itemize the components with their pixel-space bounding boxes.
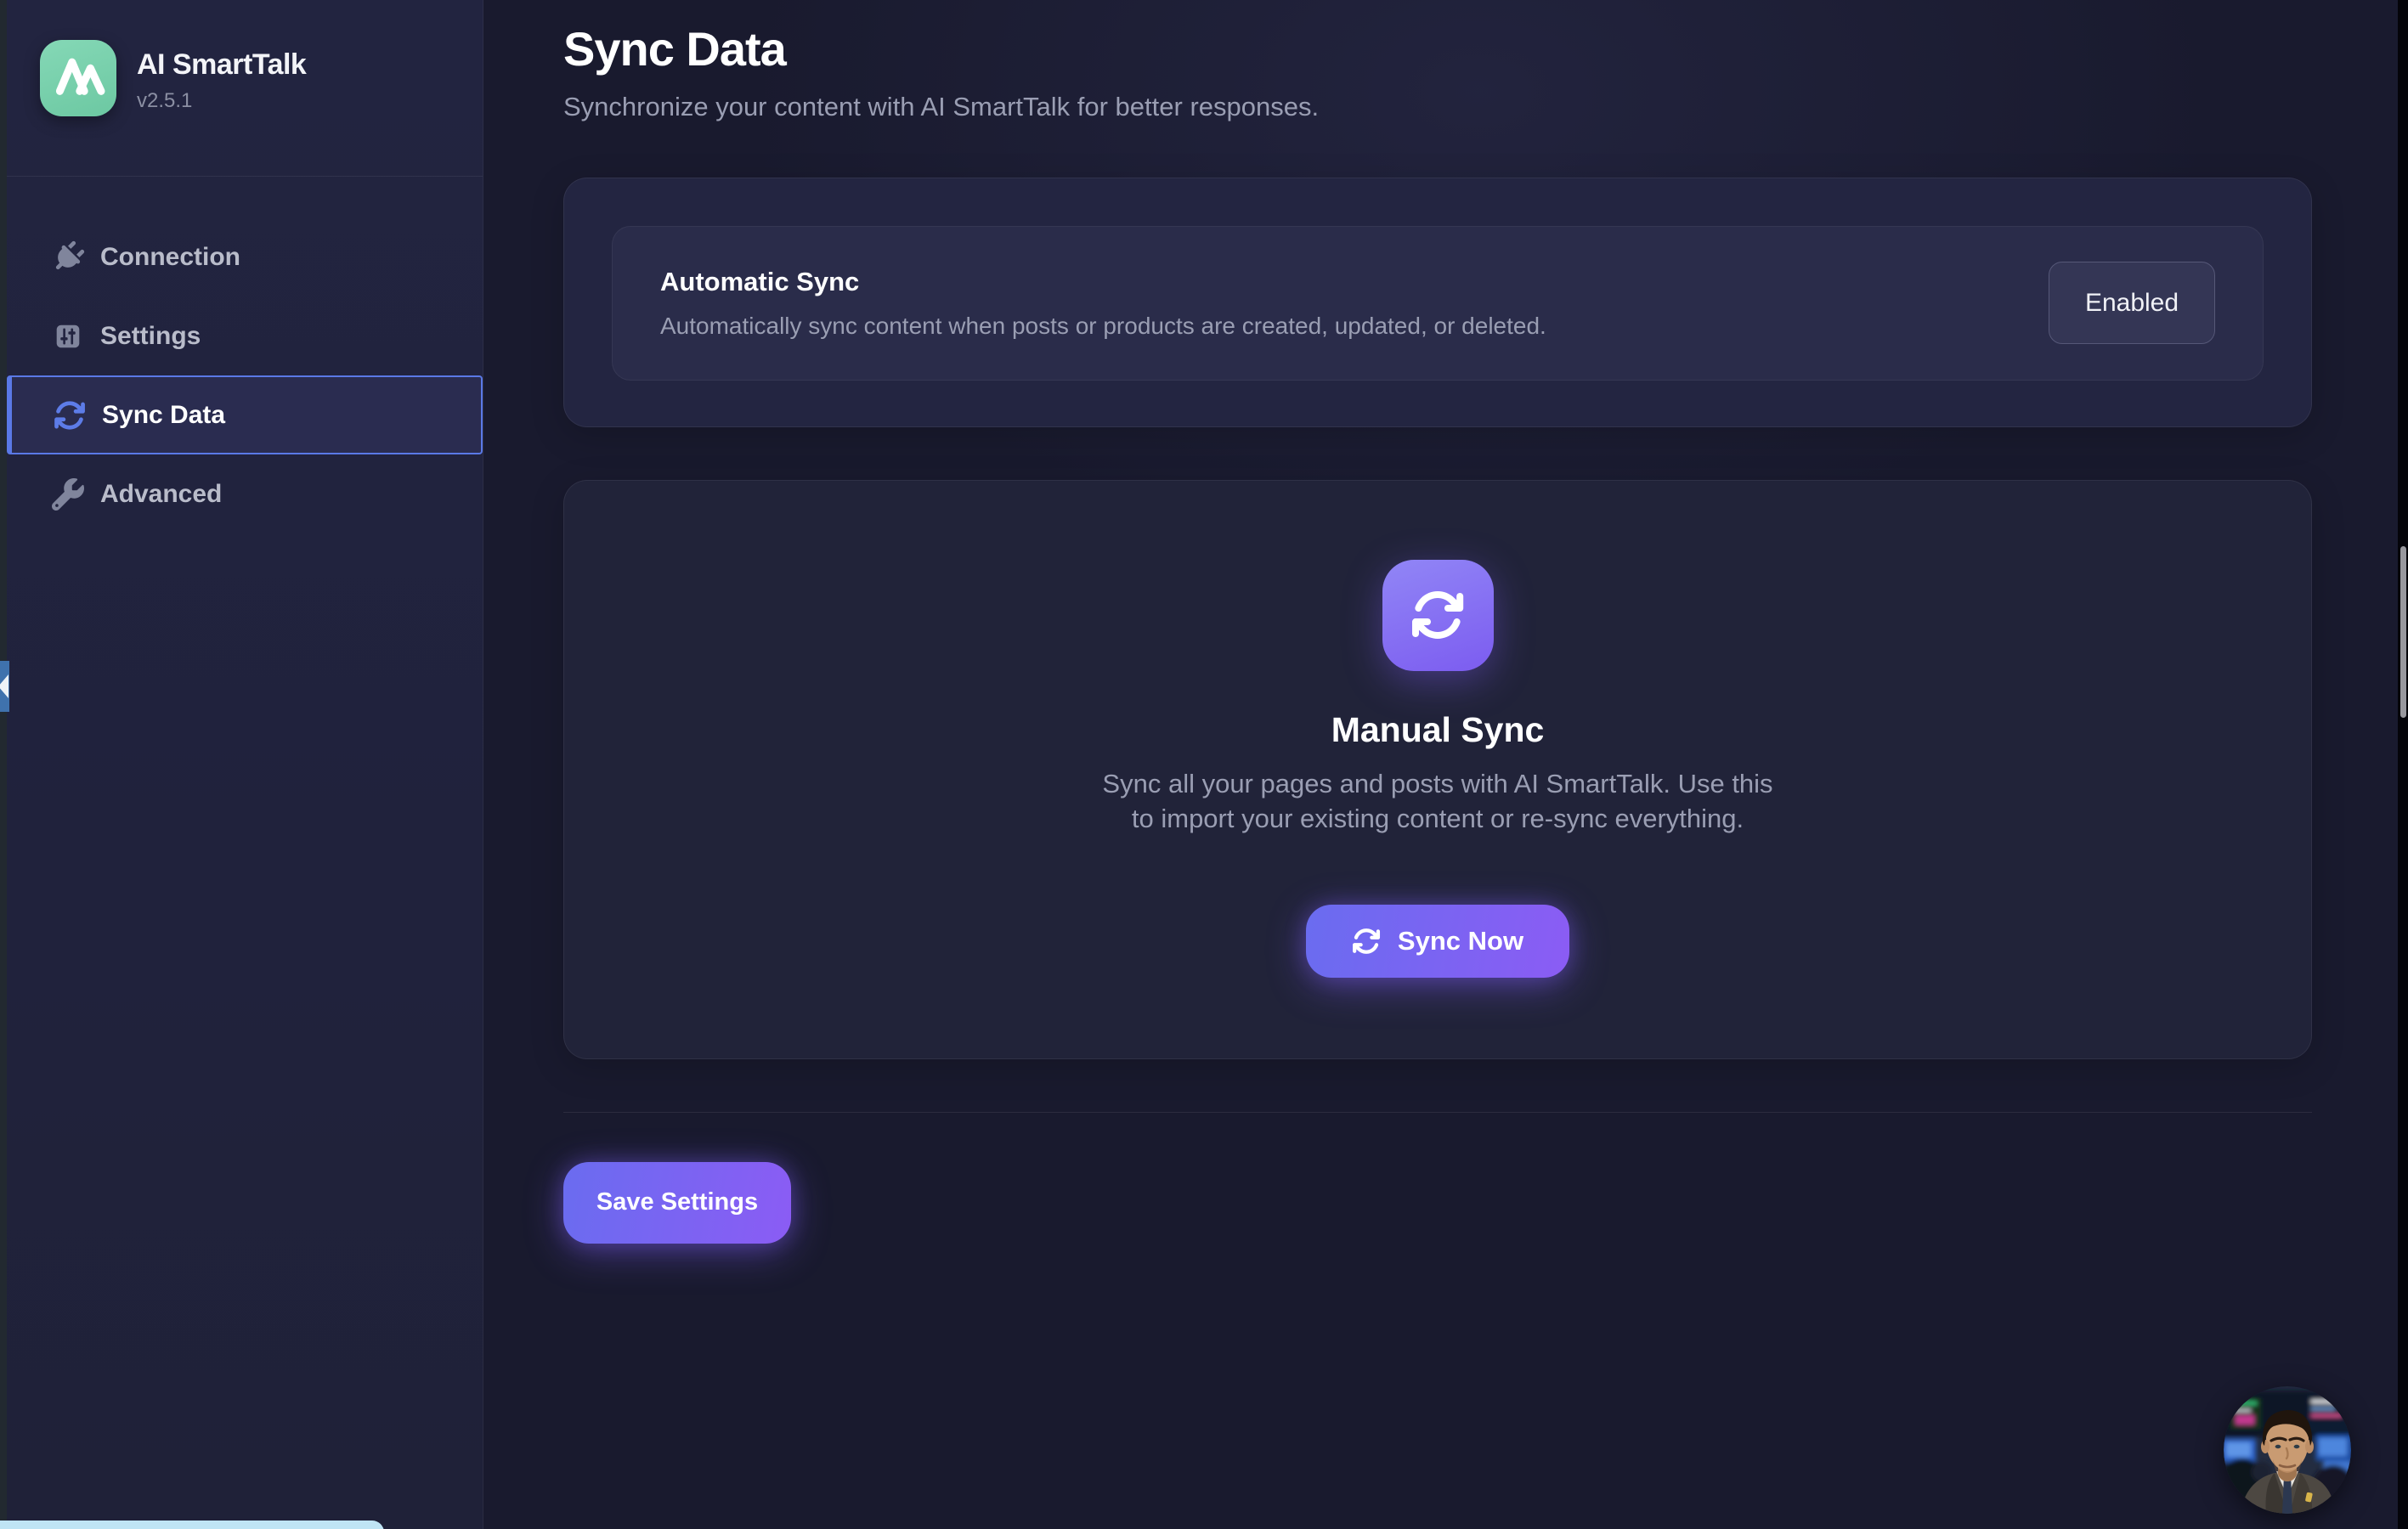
plug-icon [51, 240, 85, 274]
page-title: Sync Data [563, 22, 2312, 76]
app-version: v2.5.1 [137, 89, 306, 113]
window-edge-strip [0, 0, 7, 1529]
sync-tile-icon [1382, 560, 1494, 671]
automatic-sync-description: Automatically sync content when posts or… [660, 313, 1546, 340]
toast-notification-peek [0, 1521, 384, 1529]
sidebar-item-label: Settings [100, 322, 201, 351]
sync-now-button[interactable]: Sync Now [1306, 905, 1569, 978]
sliders-icon [51, 319, 85, 353]
sync-now-label: Sync Now [1398, 926, 1523, 956]
page-subtitle: Synchronize your content with AI SmartTa… [563, 90, 2312, 124]
sidebar: AI SmartTalk v2.5.1 Connection Settings [7, 0, 483, 1529]
app-name: AI SmartTalk [137, 48, 306, 82]
sync-arrows-icon [53, 398, 87, 432]
avatar-portrait-image [2224, 1386, 2351, 1514]
collapsed-side-tab[interactable] [0, 661, 9, 712]
sidebar-item-label: Sync Data [102, 401, 225, 430]
automatic-sync-toggle-button[interactable]: Enabled [2049, 262, 2215, 344]
app-logo-icon [40, 40, 116, 116]
manual-sync-description: Sync all your pages and posts with AI Sm… [1094, 767, 1782, 837]
automatic-sync-card: Automatic Sync Automatically sync conten… [563, 178, 2312, 427]
automatic-sync-row: Automatic Sync Automatically sync conten… [612, 226, 2264, 381]
footer-divider [563, 1112, 2312, 1113]
wrench-icon [51, 477, 85, 511]
save-settings-button[interactable]: Save Settings [563, 1162, 791, 1244]
sidebar-header: AI SmartTalk v2.5.1 [7, 0, 483, 176]
sidebar-item-connection[interactable]: Connection [7, 217, 483, 296]
sidebar-item-settings[interactable]: Settings [7, 296, 483, 375]
chevron-left-icon [0, 674, 8, 698]
main-content: Sync Data Synchronize your content with … [483, 0, 2398, 1529]
sidebar-divider [7, 176, 483, 177]
sidebar-nav: Connection Settings Sync Data Advanced [7, 217, 483, 533]
manual-sync-title: Manual Sync [1331, 710, 1545, 750]
sidebar-item-label: Advanced [100, 480, 222, 509]
scrollbar-track[interactable] [2398, 0, 2408, 1529]
automatic-sync-title: Automatic Sync [660, 267, 1546, 297]
scrollbar-thumb[interactable] [2400, 546, 2406, 718]
avatar[interactable] [2224, 1386, 2351, 1514]
screen: AI SmartTalk v2.5.1 Connection Settings [0, 0, 2408, 1529]
manual-sync-card: Manual Sync Sync all your pages and post… [563, 480, 2312, 1059]
sidebar-item-advanced[interactable]: Advanced [7, 454, 483, 533]
sidebar-item-label: Connection [100, 243, 240, 272]
sidebar-item-sync-data[interactable]: Sync Data [7, 375, 483, 454]
mountain-m-icon [40, 40, 116, 116]
app-meta: AI SmartTalk v2.5.1 [137, 40, 306, 113]
automatic-sync-text: Automatic Sync Automatically sync conten… [660, 267, 1546, 340]
sync-arrows-icon [1352, 927, 1381, 956]
